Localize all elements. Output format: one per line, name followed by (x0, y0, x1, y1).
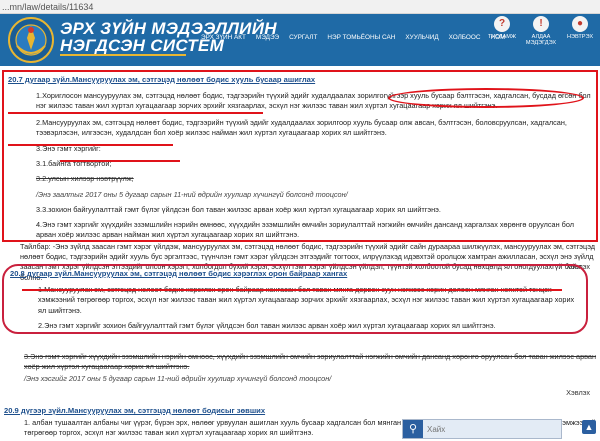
nav-item-training[interactable]: СУРГАЛТ (284, 34, 322, 41)
search-icon[interactable]: ⚲ (403, 420, 423, 438)
nav-item-news[interactable]: МЭДЭЭ (251, 34, 284, 41)
article-20-9-heading[interactable]: 20.9 дүгээр зүйл.Мансууруулах эм, сэтгэц… (4, 406, 596, 416)
nav-item-lawyers[interactable]: ХУУЛЬЧИД (400, 34, 443, 41)
login-button[interactable]: ● НЭВТРЭХ (562, 16, 598, 46)
url-text: ...mn/law/details/11634 (2, 2, 94, 12)
state-emblem-icon[interactable] (6, 16, 56, 64)
article-20-8-paragraph-2: 2.Энэ гэмт хэргийг зохион байгуулалттай … (38, 320, 496, 330)
nav-item-links[interactable]: ХОЛБООС (444, 34, 486, 41)
site-header: ЭРХ ЗҮЙН МЭДЭЭЛЛИЙН НЭГДСЭН СИСТЕМ ЭРХ З… (0, 14, 600, 66)
search-widget: ⚲ (402, 419, 562, 439)
article-20-7-amendment-note: /Энэ заалтыг 2017 оны 5 дугаар сарын 11-… (36, 189, 348, 199)
report-error-label: АЛДАА МЭДЭГДЭХ (525, 34, 557, 46)
annotation-underline-1 (8, 112, 263, 114)
search-input[interactable] (423, 420, 553, 438)
article-20-7-heading[interactable]: 20.7 дугаар зүйл.Мансууруулах эм, сэтгэц… (8, 75, 592, 85)
title-underline (60, 54, 186, 56)
main-nav: ЭРХ ЗҮЙН АКТ МЭДЭЭ СУРГАЛТ НЭР ТОМЬЁОНЫ … (196, 34, 510, 41)
header-tools: ? ТУСЛАМЖ ! АЛДАА МЭДЭГДЭХ ● НЭВТРЭХ (484, 16, 598, 46)
article-20-8-heading[interactable]: 20.8 дугаар зүйл.Мансууруулах эм, сэтгэц… (10, 269, 580, 279)
article-20-7-paragraph-4: 4.Энэ гэмт хэргийг хүүхдийн эзэмшлийн нэ… (36, 220, 575, 240)
nav-item-glossary[interactable]: НЭР ТОМЬЁОНЫ САН (322, 34, 400, 41)
help-icon: ? (494, 16, 510, 32)
annotation-underline-2 (8, 144, 173, 146)
annotation-oval (388, 88, 584, 108)
article-20-8-amendment-note: /Энэ хэсгийг 2017 оны 5 дугаар сарын 11-… (24, 374, 332, 383)
article-20-7-paragraph-3-3: 3.3.зохион байгуулалттай гэмт бүлэг үйлд… (36, 204, 441, 214)
annotation-underline-3 (60, 160, 180, 162)
help-label: ТУСЛАМЖ (487, 34, 517, 40)
login-label: НЭВТРЭХ (566, 34, 594, 40)
article-20-8-print-link[interactable]: Хэвлэх (4, 388, 596, 398)
article-20-8-box: 20.8 дугаар зүйл.Мансууруулах эм, сэтгэц… (2, 264, 588, 334)
nav-item-legal-acts[interactable]: ЭРХ ЗҮЙН АКТ (196, 34, 251, 41)
address-bar[interactable]: ...mn/law/details/11634 (0, 0, 600, 14)
annotation-underline-4 (22, 289, 562, 291)
article-20-7-paragraph-2: 2.Мансууруулах эм, сэтгэцэд нөлөөт бодис… (36, 117, 567, 137)
scroll-to-top-icon[interactable]: ▲ (582, 420, 596, 434)
help-button[interactable]: ? ТУСЛАМЖ (484, 16, 520, 46)
article-20-8-paragraph-3: 3.Энэ гэмт хэргийг хүүхдийн эзэмшлийн нэ… (24, 352, 597, 372)
law-content: 20.7 дугаар зүйл.Мансууруулах эм, сэтгэц… (0, 66, 600, 441)
alert-icon: ! (533, 16, 549, 32)
user-icon: ● (572, 16, 588, 32)
article-20-7-paragraph-3-2: 3.2.улсын хилээр нэвтрүүлж; (36, 174, 134, 184)
report-error-button[interactable]: ! АЛДАА МЭДЭГДЭХ (523, 16, 559, 46)
